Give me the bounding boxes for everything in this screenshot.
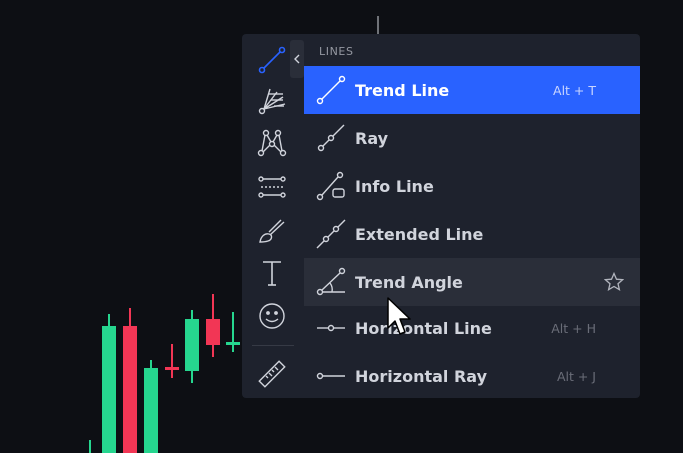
ruler-tool-icon[interactable] <box>254 356 290 392</box>
star-icon[interactable] <box>604 272 624 292</box>
lines-submenu: LINES Trend Line Alt + T Ray Info Line E… <box>304 34 640 398</box>
menu-item-label: Horizontal Line <box>355 318 492 338</box>
menu-item-trend-line[interactable]: Trend Line Alt + T <box>304 66 640 114</box>
candle <box>123 326 137 453</box>
candle <box>144 368 158 453</box>
menu-item-label: Info Line <box>355 176 434 196</box>
shortcut-label: Alt + T <box>553 82 596 98</box>
mouse-cursor-icon <box>387 297 411 335</box>
extended-line-icon <box>316 219 346 249</box>
patterns-tool-icon[interactable] <box>254 125 290 161</box>
menu-item-trend-angle[interactable]: Trend Angle <box>304 258 640 306</box>
menu-item-horizontal-ray[interactable]: Horizontal Ray Alt + J <box>304 352 640 400</box>
candle <box>102 326 116 453</box>
candle <box>165 367 179 370</box>
collapse-toolbar-button[interactable] <box>290 40 304 78</box>
text-tool-icon[interactable] <box>254 255 290 291</box>
menu-item-label: Ray <box>355 128 389 148</box>
trend-angle-icon <box>316 267 346 296</box>
info-line-icon <box>316 171 345 201</box>
trend-line-icon <box>316 75 346 105</box>
menu-item-ray[interactable]: Ray <box>304 114 640 162</box>
drawing-toolbar <box>242 34 304 398</box>
menu-item-label: Trend Angle <box>355 272 463 292</box>
toolbar-divider <box>252 345 294 346</box>
chevron-left-icon <box>294 54 300 64</box>
ray-icon <box>317 124 345 152</box>
horizontal-line-icon <box>317 324 345 332</box>
candle <box>226 342 240 345</box>
menu-section-header: LINES <box>319 45 354 58</box>
shortcut-label: Alt + J <box>556 368 596 384</box>
menu-item-label: Extended Line <box>355 224 484 244</box>
gann-fib-tool-icon[interactable] <box>254 83 290 119</box>
menu-item-horizontal-line[interactable]: Horizontal Line Alt + H <box>304 304 640 352</box>
trend-line-tool-icon[interactable] <box>254 42 290 78</box>
menu-item-info-line[interactable]: Info Line <box>304 162 640 210</box>
forecasting-tool-icon[interactable] <box>254 169 290 205</box>
candle <box>185 319 199 371</box>
shortcut-label: Alt + H <box>551 320 596 336</box>
candles <box>89 294 240 453</box>
horizontal-ray-icon <box>316 372 345 380</box>
brush-tool-icon[interactable] <box>254 213 290 249</box>
menu-item-extended-line[interactable]: Extended Line <box>304 210 640 258</box>
candle <box>206 319 220 345</box>
menu-item-label: Trend Line <box>355 80 450 100</box>
emoji-tool-icon[interactable] <box>254 298 290 334</box>
menu-item-label: Horizontal Ray <box>355 366 488 386</box>
